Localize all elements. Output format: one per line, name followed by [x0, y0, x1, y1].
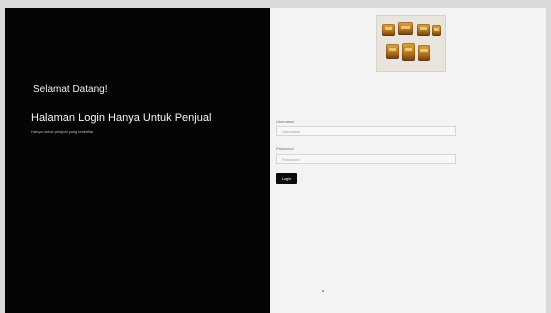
product-item — [398, 22, 413, 35]
seller-note: Hanya untuk penjual yang terdaftar — [31, 129, 94, 134]
mouse-cursor-dot — [322, 290, 324, 292]
username-input[interactable] — [276, 126, 456, 136]
welcome-text: Selamat Datang! — [33, 84, 108, 95]
product-item — [402, 43, 415, 61]
login-window: Selamat Datang! Halaman Login Hanya Untu… — [5, 8, 546, 313]
product-item — [432, 25, 441, 36]
product-photo — [376, 15, 446, 72]
username-label: Username — [276, 119, 295, 124]
product-item — [386, 44, 399, 59]
password-input[interactable] — [276, 154, 456, 164]
login-button[interactable]: Login — [276, 173, 297, 184]
password-label: Password — [276, 146, 294, 151]
product-item — [382, 24, 395, 36]
product-item — [417, 24, 430, 36]
welcome-panel: Selamat Datang! Halaman Login Hanya Untu… — [5, 8, 270, 313]
login-form-panel: Username Password Login — [270, 8, 546, 313]
product-item — [418, 45, 430, 61]
page-heading: Halaman Login Hanya Untuk Penjual — [31, 112, 212, 124]
